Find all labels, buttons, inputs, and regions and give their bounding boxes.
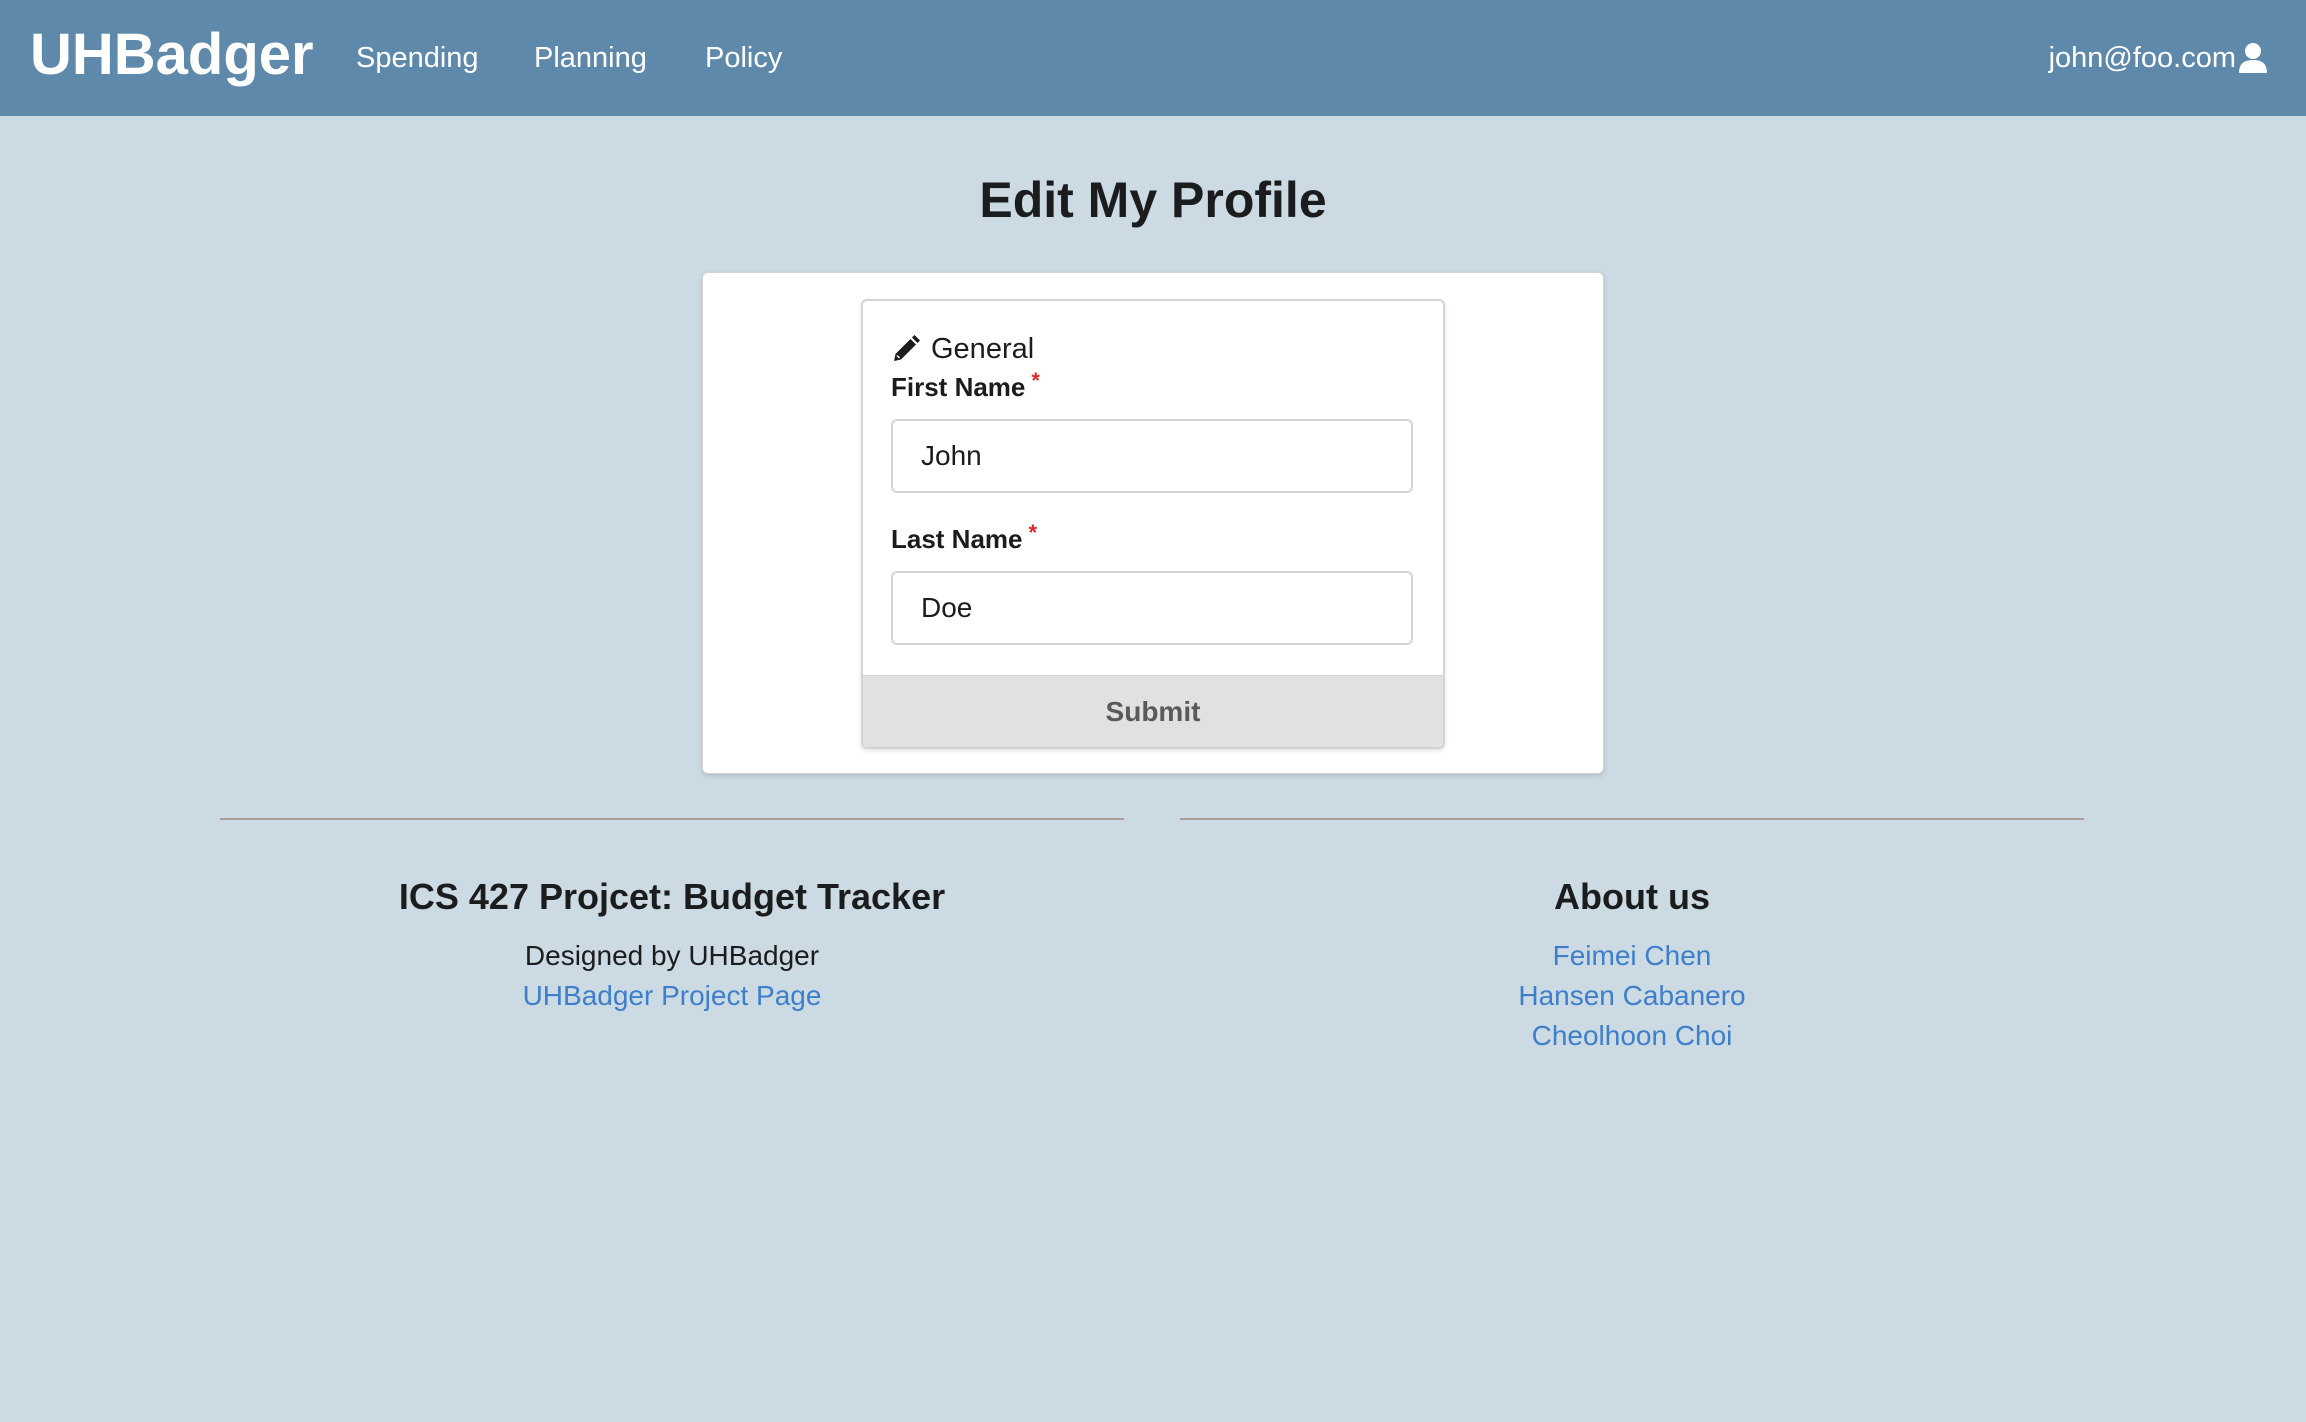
user-icon [2238,42,2268,74]
submit-button[interactable]: Submit [863,675,1443,747]
footer-about-heading: About us [1554,876,1710,917]
footer-about-column: About us Feimei Chen Hansen Cabanero Che… [1180,870,2084,1056]
user-email: john@foo.com [2048,42,2236,74]
profile-card: General First Name* Last Name* Submit [702,272,1604,774]
section-title: General [931,333,1035,365]
required-marker: * [1031,368,1040,393]
footer-project-column: ICS 427 Projcet: Budget Tracker Designed… [220,870,1124,1016]
first-name-input[interactable] [891,419,1413,493]
member-link[interactable]: Feimei Chen [1180,936,2084,976]
last-name-input[interactable] [891,571,1413,645]
footer-designed-by: Designed by UHBadger [524,940,820,971]
member-link[interactable]: Hansen Cabanero [1180,976,2084,1016]
nav-item-policy[interactable]: Policy [705,38,782,78]
footer-divider-right [1180,818,2084,820]
last-name-label: Last Name * [891,520,1038,555]
nav-item-planning[interactable]: Planning [534,38,647,78]
footer-divider-left [220,818,1124,820]
first-name-label-text: First Name [891,372,1026,402]
top-navbar: UHBadger Spending Planning Policy john@f… [0,0,2306,116]
first-name-label: First Name * [891,368,1040,403]
user-menu[interactable]: john@foo.com [2049,38,2268,78]
page-title: Edit My Profile [979,172,1327,228]
nav-item-spending[interactable]: Spending [356,38,479,78]
brand-logo[interactable]: UHBadger [30,18,314,92]
pencil-icon [891,334,921,364]
required-marker: * [1028,520,1038,545]
edit-profile-form: General First Name* Last Name* Submit [861,299,1445,749]
last-name-label-text: Last Name [891,524,1023,554]
footer-project-heading: ICS 427 Projcet: Budget Tracker [398,876,946,917]
section-header: General [891,331,1034,367]
project-page-link[interactable]: UHBadger Project Page [220,976,1124,1016]
member-link[interactable]: Cheolhoon Choi [1180,1016,2084,1056]
